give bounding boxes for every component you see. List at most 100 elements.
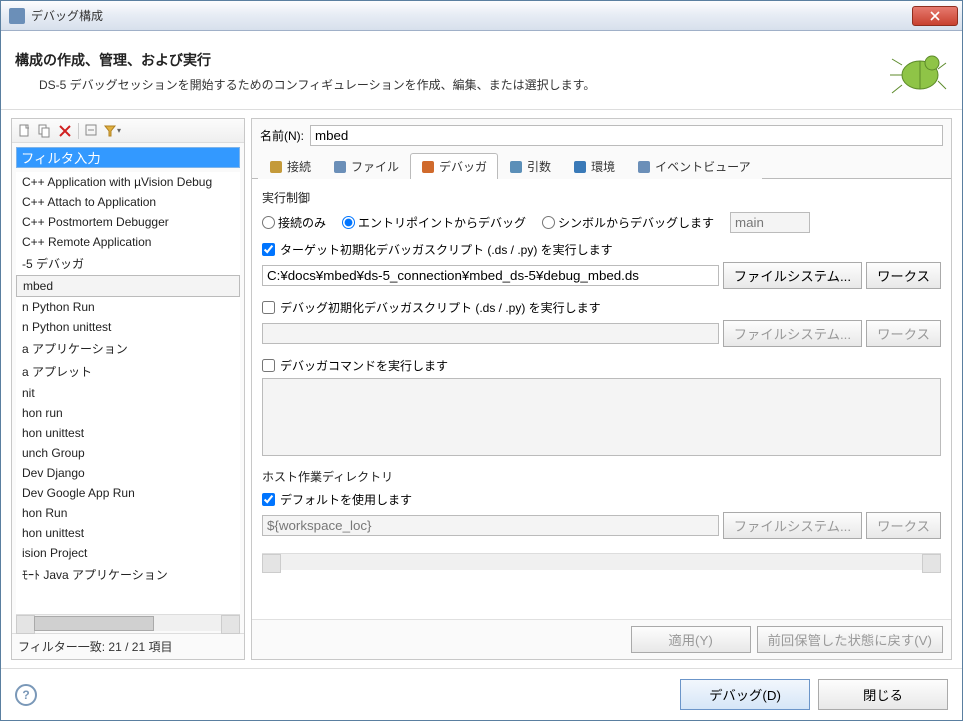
filesystem-button[interactable]: ファイルシステム... <box>723 262 862 289</box>
tab-5[interactable]: イベントビューア <box>626 153 762 179</box>
tab-label: デバッガ <box>439 158 487 175</box>
tree-item[interactable]: hon run <box>16 403 240 423</box>
revert-button: 前回保管した状態に戻す(V) <box>757 626 943 653</box>
radio-symbol[interactable]: シンボルからデバッグします <box>542 214 714 231</box>
filesystem-button-disabled: ファイルシステム... <box>723 512 862 539</box>
target-script-checkbox[interactable] <box>262 243 275 256</box>
radio-label: エントリポイントからデバッグ <box>358 214 526 231</box>
debug-init-check-row: デバッグ初期化デバッガスクリプト (.ds / .py) を実行します <box>262 299 941 316</box>
debugger-cmd-checkbox[interactable] <box>262 359 275 372</box>
tab-icon <box>421 160 435 174</box>
tab-label: 接続 <box>287 158 311 175</box>
config-tree[interactable]: C++ Application with µVision DebugC++ At… <box>16 172 240 614</box>
close-button[interactable]: 閉じる <box>818 679 948 710</box>
app-icon <box>9 8 25 24</box>
collapse-all-button[interactable] <box>83 122 101 140</box>
radio-entry-point[interactable]: エントリポイントからデバッグ <box>342 214 526 231</box>
tab-icon <box>509 160 523 174</box>
window-title: デバッグ構成 <box>31 7 912 24</box>
workspace-button-disabled: ワークス <box>866 320 941 347</box>
tree-item[interactable]: C++ Application with µVision Debug <box>16 172 240 192</box>
tree-item[interactable]: ﾓｰﾄ Java アプリケーション <box>16 563 240 586</box>
target-script-path-input[interactable] <box>262 265 719 286</box>
apply-row: 適用(Y) 前回保管した状態に戻す(V) <box>252 619 951 659</box>
tree-item[interactable]: n Python Run <box>16 297 240 317</box>
tab-1[interactable]: ファイル <box>322 153 410 179</box>
tree-item[interactable]: hon unittest <box>16 423 240 443</box>
tree-item[interactable]: hon unittest <box>16 523 240 543</box>
host-dir-path-input <box>262 515 719 536</box>
filter-icon <box>103 124 117 138</box>
dialog-window: デバッグ構成 構成の作成、管理、および実行 DS-5 デバッグセッションを開始す… <box>0 0 963 721</box>
tree-hscrollbar[interactable] <box>16 614 240 631</box>
content-hscrollbar[interactable] <box>262 553 941 570</box>
close-window-button[interactable] <box>912 6 958 26</box>
header-subtitle: DS-5 デバッグセッションを開始するためのコンフィギュレーションを作成、編集、… <box>15 76 888 93</box>
close-icon <box>930 11 940 21</box>
tab-label: 引数 <box>527 158 551 175</box>
debug-init-path-input <box>262 323 719 344</box>
debug-init-checkbox[interactable] <box>262 301 275 314</box>
new-config-button[interactable] <box>16 122 34 140</box>
target-script-label: ターゲット初期化デバッガスクリプト (.ds / .py) を実行します <box>280 241 613 258</box>
left-pane: ▾ C++ Application with µVision DebugC++ … <box>11 118 245 660</box>
debugger-cmd-textarea <box>262 378 941 456</box>
debug-button[interactable]: デバッグ(D) <box>680 679 810 710</box>
tablist: 接続ファイル デバッガ 引数 環境 イベントビューア <box>252 152 951 179</box>
tree-item[interactable]: -5 デバッガ <box>16 252 240 275</box>
header: 構成の作成、管理、および実行 DS-5 デバッグセッションを開始するためのコンフ… <box>1 31 962 110</box>
tab-4[interactable]: 環境 <box>562 153 626 179</box>
help-button[interactable]: ? <box>15 684 37 706</box>
tree-item[interactable]: Dev Google App Run <box>16 483 240 503</box>
tree-item[interactable]: a アプリケーション <box>16 337 240 360</box>
tree-item[interactable]: nit <box>16 383 240 403</box>
filesystem-button-disabled: ファイルシステム... <box>723 320 862 347</box>
filter-button[interactable]: ▾ <box>103 122 121 140</box>
tab-label: イベントビューア <box>655 158 751 175</box>
exec-radio-row: 接続のみ エントリポイントからデバッグ シンボルからデバッグします <box>262 212 941 233</box>
tab-content-debugger: 実行制御 接続のみ エントリポイントからデバッグ シンボルからデバッグします タ… <box>252 179 951 619</box>
host-dir-label: ホスト作業ディレクトリ <box>262 468 941 485</box>
target-script-check-row: ターゲット初期化デバッガスクリプト (.ds / .py) を実行します <box>262 241 941 258</box>
delete-icon <box>59 125 71 137</box>
tab-label: 環境 <box>591 158 615 175</box>
toolbar-separator <box>78 123 79 139</box>
debugger-cmd-label: デバッガコマンドを実行します <box>280 357 448 374</box>
tab-icon <box>637 160 651 174</box>
header-title: 構成の作成、管理、および実行 <box>15 50 888 70</box>
duplicate-button[interactable] <box>36 122 54 140</box>
tab-0[interactable]: 接続 <box>258 153 322 179</box>
tree-item[interactable]: C++ Postmortem Debugger <box>16 212 240 232</box>
filter-status: フィルター一致: 21 / 21 項目 <box>12 633 244 659</box>
tree-item[interactable]: a アプレット <box>16 360 240 383</box>
radio-connect-only[interactable]: 接続のみ <box>262 214 326 231</box>
radio-label: シンボルからデバッグします <box>558 214 714 231</box>
tree-item[interactable]: Dev Django <box>16 463 240 483</box>
tree-item[interactable]: ision Project <box>16 543 240 563</box>
apply-button: 適用(Y) <box>631 626 751 653</box>
use-default-checkbox[interactable] <box>262 493 275 506</box>
exec-control-label: 実行制御 <box>262 189 941 206</box>
host-dir-path-row: ファイルシステム... ワークス <box>262 512 941 539</box>
tree-item[interactable]: hon Run <box>16 503 240 523</box>
delete-button[interactable] <box>56 122 74 140</box>
tree-item[interactable]: C++ Attach to Application <box>16 192 240 212</box>
collapse-icon <box>85 124 99 138</box>
tab-3[interactable]: 引数 <box>498 153 562 179</box>
filter-input[interactable] <box>16 147 240 168</box>
tree-item[interactable]: C++ Remote Application <box>16 232 240 252</box>
name-label: 名前(N): <box>260 127 304 144</box>
debug-init-path-row: ファイルシステム... ワークス <box>262 320 941 347</box>
tree-item[interactable]: unch Group <box>16 443 240 463</box>
symbol-input[interactable] <box>730 212 810 233</box>
tab-2[interactable]: デバッガ <box>410 153 498 179</box>
tree-item[interactable]: n Python unittest <box>16 317 240 337</box>
name-input[interactable] <box>310 125 943 146</box>
debug-init-label: デバッグ初期化デバッガスクリプト (.ds / .py) を実行します <box>280 299 601 316</box>
tab-icon <box>333 160 347 174</box>
workspace-button[interactable]: ワークス <box>866 262 941 289</box>
left-toolbar: ▾ <box>12 119 244 143</box>
use-default-row: デフォルトを使用します <box>262 491 941 508</box>
target-script-path-row: ファイルシステム... ワークス <box>262 262 941 289</box>
tree-item[interactable]: mbed <box>16 275 240 297</box>
